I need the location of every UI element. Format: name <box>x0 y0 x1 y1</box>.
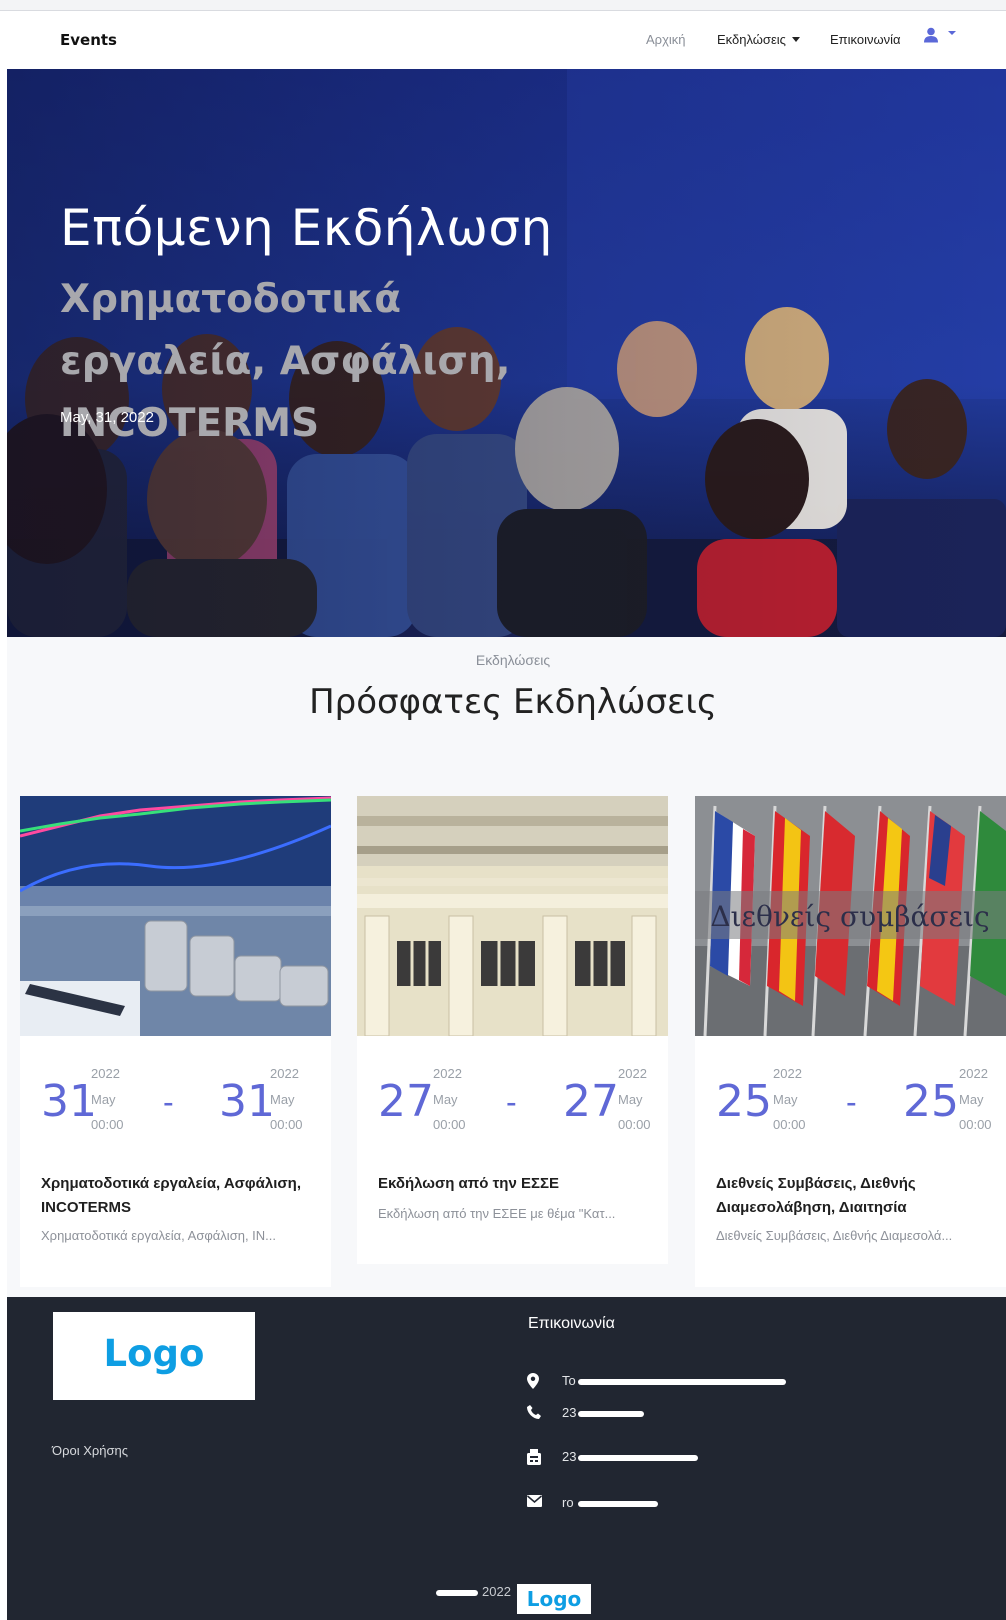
start-time: 00:00 <box>91 1117 124 1132</box>
end-month: May <box>270 1092 295 1107</box>
event-date-range: 31 2022 May 00:00 - 31 2022 May 00:00 <box>41 1066 331 1138</box>
start-day: 31 <box>41 1076 97 1127</box>
recent-events-section: Εκδηλώσεις Πρόσφατες Εκδηλώσεις 31 2022 … <box>7 637 1006 1297</box>
footer-logo[interactable]: Logo <box>53 1312 255 1400</box>
map-marker-icon <box>527 1373 539 1389</box>
chevron-down-icon <box>948 31 956 35</box>
contact-phone: 23 <box>527 1403 827 1423</box>
redaction-mark <box>578 1455 698 1461</box>
redaction-mark <box>436 1590 478 1596</box>
contact-address: Το <box>527 1371 827 1391</box>
chevron-down-icon <box>791 37 800 42</box>
end-time: 00:00 <box>618 1117 651 1132</box>
section-title: Πρόσφατες Εκδηλώσεις <box>309 682 717 722</box>
user-icon <box>924 27 938 43</box>
event-card-description: Εκδήλωση από την ΕΣΕΕ με θέμα "Κατ... <box>378 1206 616 1221</box>
start-year: 2022 <box>433 1066 462 1081</box>
redaction-mark <box>578 1411 644 1417</box>
nav-events-label: Εκδηλώσεις <box>717 32 786 47</box>
finance-coins-image <box>20 796 331 1036</box>
copyright: 2022 <box>436 1584 511 1599</box>
contact-title: Επικοινωνία <box>528 1315 615 1332</box>
redaction-mark <box>578 1501 658 1507</box>
nav-events-dropdown[interactable]: Εκδηλώσεις <box>717 32 800 47</box>
address-text: Το <box>562 1373 576 1388</box>
start-year: 2022 <box>91 1066 120 1081</box>
end-year: 2022 <box>270 1066 299 1081</box>
hero-banner: Επόμενη Εκδήλωση Χρηματοδοτικά εργαλεία,… <box>7 69 1006 637</box>
event-card-image[interactable] <box>357 796 668 1036</box>
hero-title: Επόμενη Εκδήλωση <box>60 199 553 257</box>
footer-logo-text: Logo <box>103 1332 205 1375</box>
start-month: May <box>91 1092 116 1107</box>
end-day: 25 <box>903 1076 959 1127</box>
phone-text[interactable]: 23 <box>562 1405 576 1420</box>
section-kicker: Εκδηλώσεις <box>475 652 551 668</box>
event-card-title[interactable]: Εκδήλωση από την ΕΣΣΕ <box>378 1172 653 1196</box>
event-card-title[interactable]: Διεθνείς Συμβάσεις, Διεθνής Διαμεσολάβησ… <box>716 1172 991 1220</box>
event-card-title[interactable]: Χρηματοδοτικά εργαλεία, Ασφάλιση, INCOTE… <box>41 1172 316 1220</box>
event-card[interactable]: 27 2022 May 00:00 - 27 2022 May 00:00 Εκ… <box>357 796 668 1264</box>
brand-logo[interactable]: Events <box>60 31 117 49</box>
hero-event-date: May, 31, 2022 <box>60 409 154 426</box>
email-text[interactable]: ro <box>562 1495 574 1510</box>
start-time: 00:00 <box>433 1117 466 1132</box>
redaction-mark <box>578 1379 786 1385</box>
nav-contact-link[interactable]: Επικοινωνία <box>830 32 901 47</box>
terms-of-use-link[interactable]: Όροι Χρήσης <box>52 1443 128 1458</box>
footer-logo-small-text: Logo <box>526 1587 582 1611</box>
envelope-icon <box>527 1495 542 1507</box>
end-day: 27 <box>563 1076 619 1127</box>
event-card[interactable]: Διεθνείς συμβάσεις 25 2022 May 00:00 - 2… <box>695 796 1006 1287</box>
event-card-description: Χρηματοδοτικά εργαλεία, Ασφάλιση, IN... <box>41 1228 277 1243</box>
date-separator: - <box>506 1084 517 1120</box>
end-time: 00:00 <box>270 1117 303 1132</box>
contact-email: ro <box>527 1493 827 1513</box>
user-menu-button[interactable] <box>924 27 958 49</box>
start-month: May <box>433 1092 458 1107</box>
browser-top-line <box>0 0 1006 11</box>
end-month: May <box>618 1092 643 1107</box>
international-flags-image: Διεθνείς συμβάσεις <box>695 796 1006 1036</box>
fax-icon <box>527 1449 541 1465</box>
event-card[interactable]: 31 2022 May 00:00 - 31 2022 May 00:00 Χρ… <box>20 796 331 1287</box>
copyright-year: 2022 <box>482 1584 511 1599</box>
hero-event-title[interactable]: Χρηματοδοτικά εργαλεία, Ασφάλιση, INCOTE… <box>60 269 620 455</box>
nav-home-link[interactable]: Αρχική <box>646 32 686 47</box>
footer: Logo Όροι Χρήσης Επικοινωνία Το 23 23 ro… <box>7 1297 1006 1620</box>
event-card-image[interactable]: Διεθνείς συμβάσεις <box>695 796 1006 1036</box>
end-year: 2022 <box>618 1066 647 1081</box>
navbar: Events Αρχική Εκδηλώσεις Επικοινωνία <box>0 11 1006 69</box>
event-card-description: Διεθνείς Συμβάσεις, Διεθνής Διαμεσολά... <box>716 1228 953 1243</box>
contact-fax: 23 <box>527 1447 827 1467</box>
start-day: 27 <box>378 1076 434 1127</box>
end-month: May <box>959 1092 984 1107</box>
event-date-range: 25 2022 May 00:00 - 25 2022 May 00:00 <box>716 1066 1006 1138</box>
start-day: 25 <box>716 1076 772 1127</box>
image-caption: Διεθνείς συμβάσεις <box>710 900 989 933</box>
start-time: 00:00 <box>773 1117 806 1132</box>
fax-text: 23 <box>562 1449 577 1464</box>
building-facade-image <box>357 796 668 1036</box>
footer-logo-small[interactable]: Logo <box>517 1584 591 1614</box>
phone-icon <box>527 1405 541 1419</box>
end-year: 2022 <box>959 1066 988 1081</box>
start-year: 2022 <box>773 1066 802 1081</box>
date-separator: - <box>163 1084 174 1120</box>
date-separator: - <box>846 1084 857 1120</box>
end-time: 00:00 <box>959 1117 992 1132</box>
start-month: May <box>773 1092 798 1107</box>
event-date-range: 27 2022 May 00:00 - 27 2022 May 00:00 <box>378 1066 668 1138</box>
end-day: 31 <box>219 1076 275 1127</box>
event-card-image[interactable] <box>20 796 331 1036</box>
